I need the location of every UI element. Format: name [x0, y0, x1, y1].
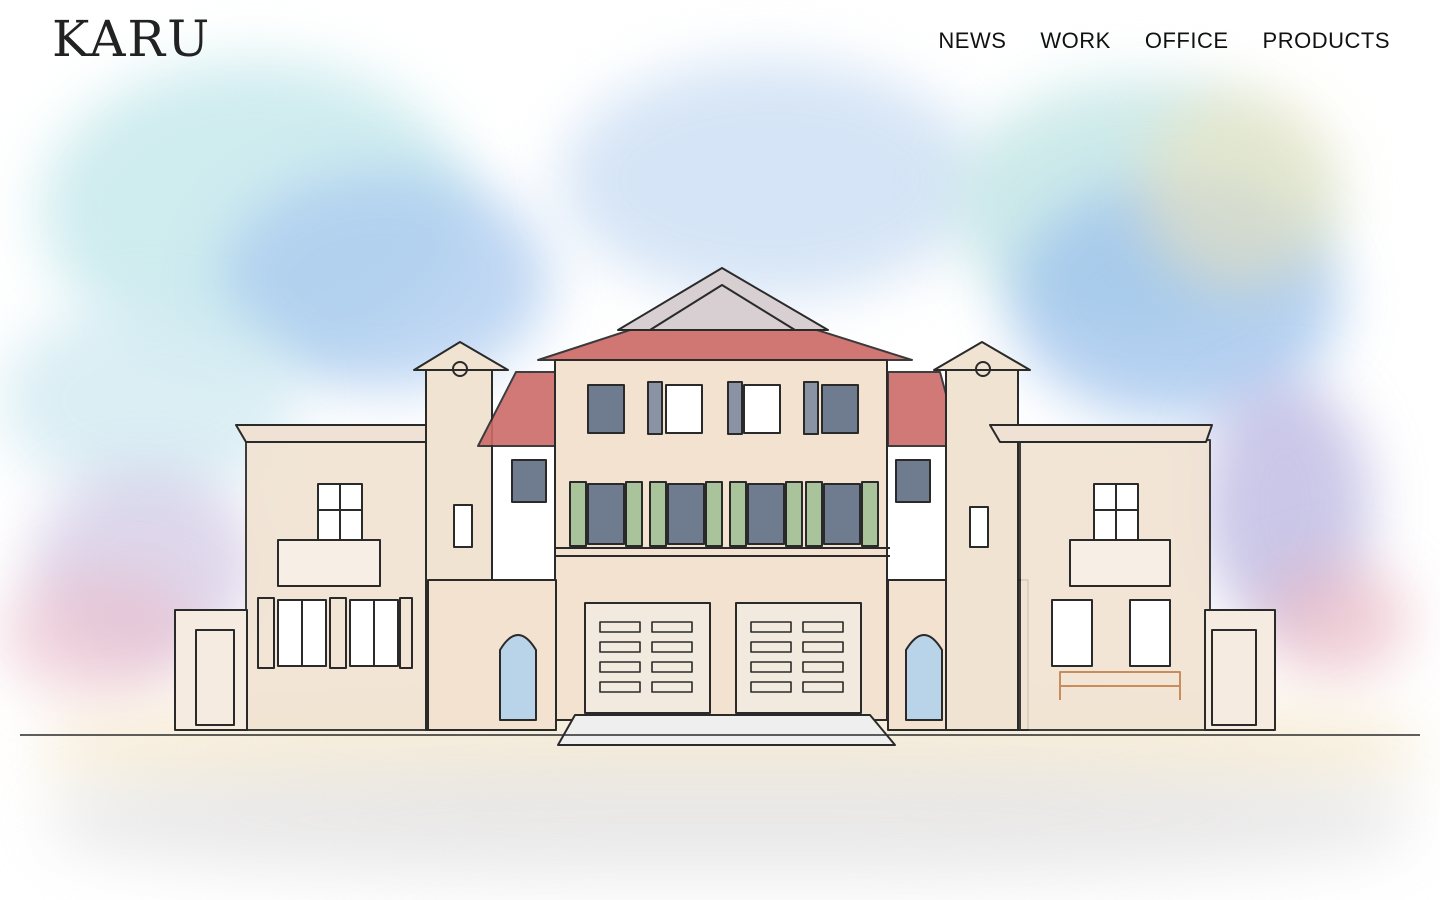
- main-nav: NEWS WORK OFFICE PRODUCTS: [938, 28, 1390, 54]
- garage-door-left: [584, 602, 711, 714]
- garage-door-right: [735, 602, 862, 714]
- window: [1051, 599, 1093, 667]
- arched-door-right: [905, 634, 943, 721]
- left-gate-wall: [174, 609, 248, 731]
- arched-door-left: [499, 634, 537, 721]
- house-illustration: [20, 267, 1420, 746]
- window: [1129, 599, 1171, 667]
- window: [895, 459, 931, 503]
- window: [969, 506, 989, 548]
- right-tower-roof: [933, 341, 1031, 371]
- right-wing-cornice: [989, 424, 1213, 443]
- nav-news[interactable]: NEWS: [938, 28, 1006, 54]
- window: [511, 459, 547, 503]
- driveway: [557, 714, 896, 746]
- main-gable: [617, 267, 829, 331]
- balcony: [1069, 539, 1171, 587]
- nav-office[interactable]: OFFICE: [1145, 28, 1229, 54]
- right-gate-wall: [1204, 609, 1276, 731]
- nav-work[interactable]: WORK: [1040, 28, 1110, 54]
- hero-page: KARU NEWS WORK OFFICE PRODUCTS: [0, 0, 1440, 900]
- window: [453, 504, 473, 548]
- left-tower-roof: [413, 341, 509, 371]
- balcony: [277, 539, 381, 587]
- site-header: KARU NEWS WORK OFFICE PRODUCTS: [0, 0, 1440, 86]
- left-wing-cornice: [235, 424, 453, 443]
- nav-products[interactable]: PRODUCTS: [1263, 28, 1390, 54]
- brand-logo[interactable]: KARU: [52, 10, 211, 70]
